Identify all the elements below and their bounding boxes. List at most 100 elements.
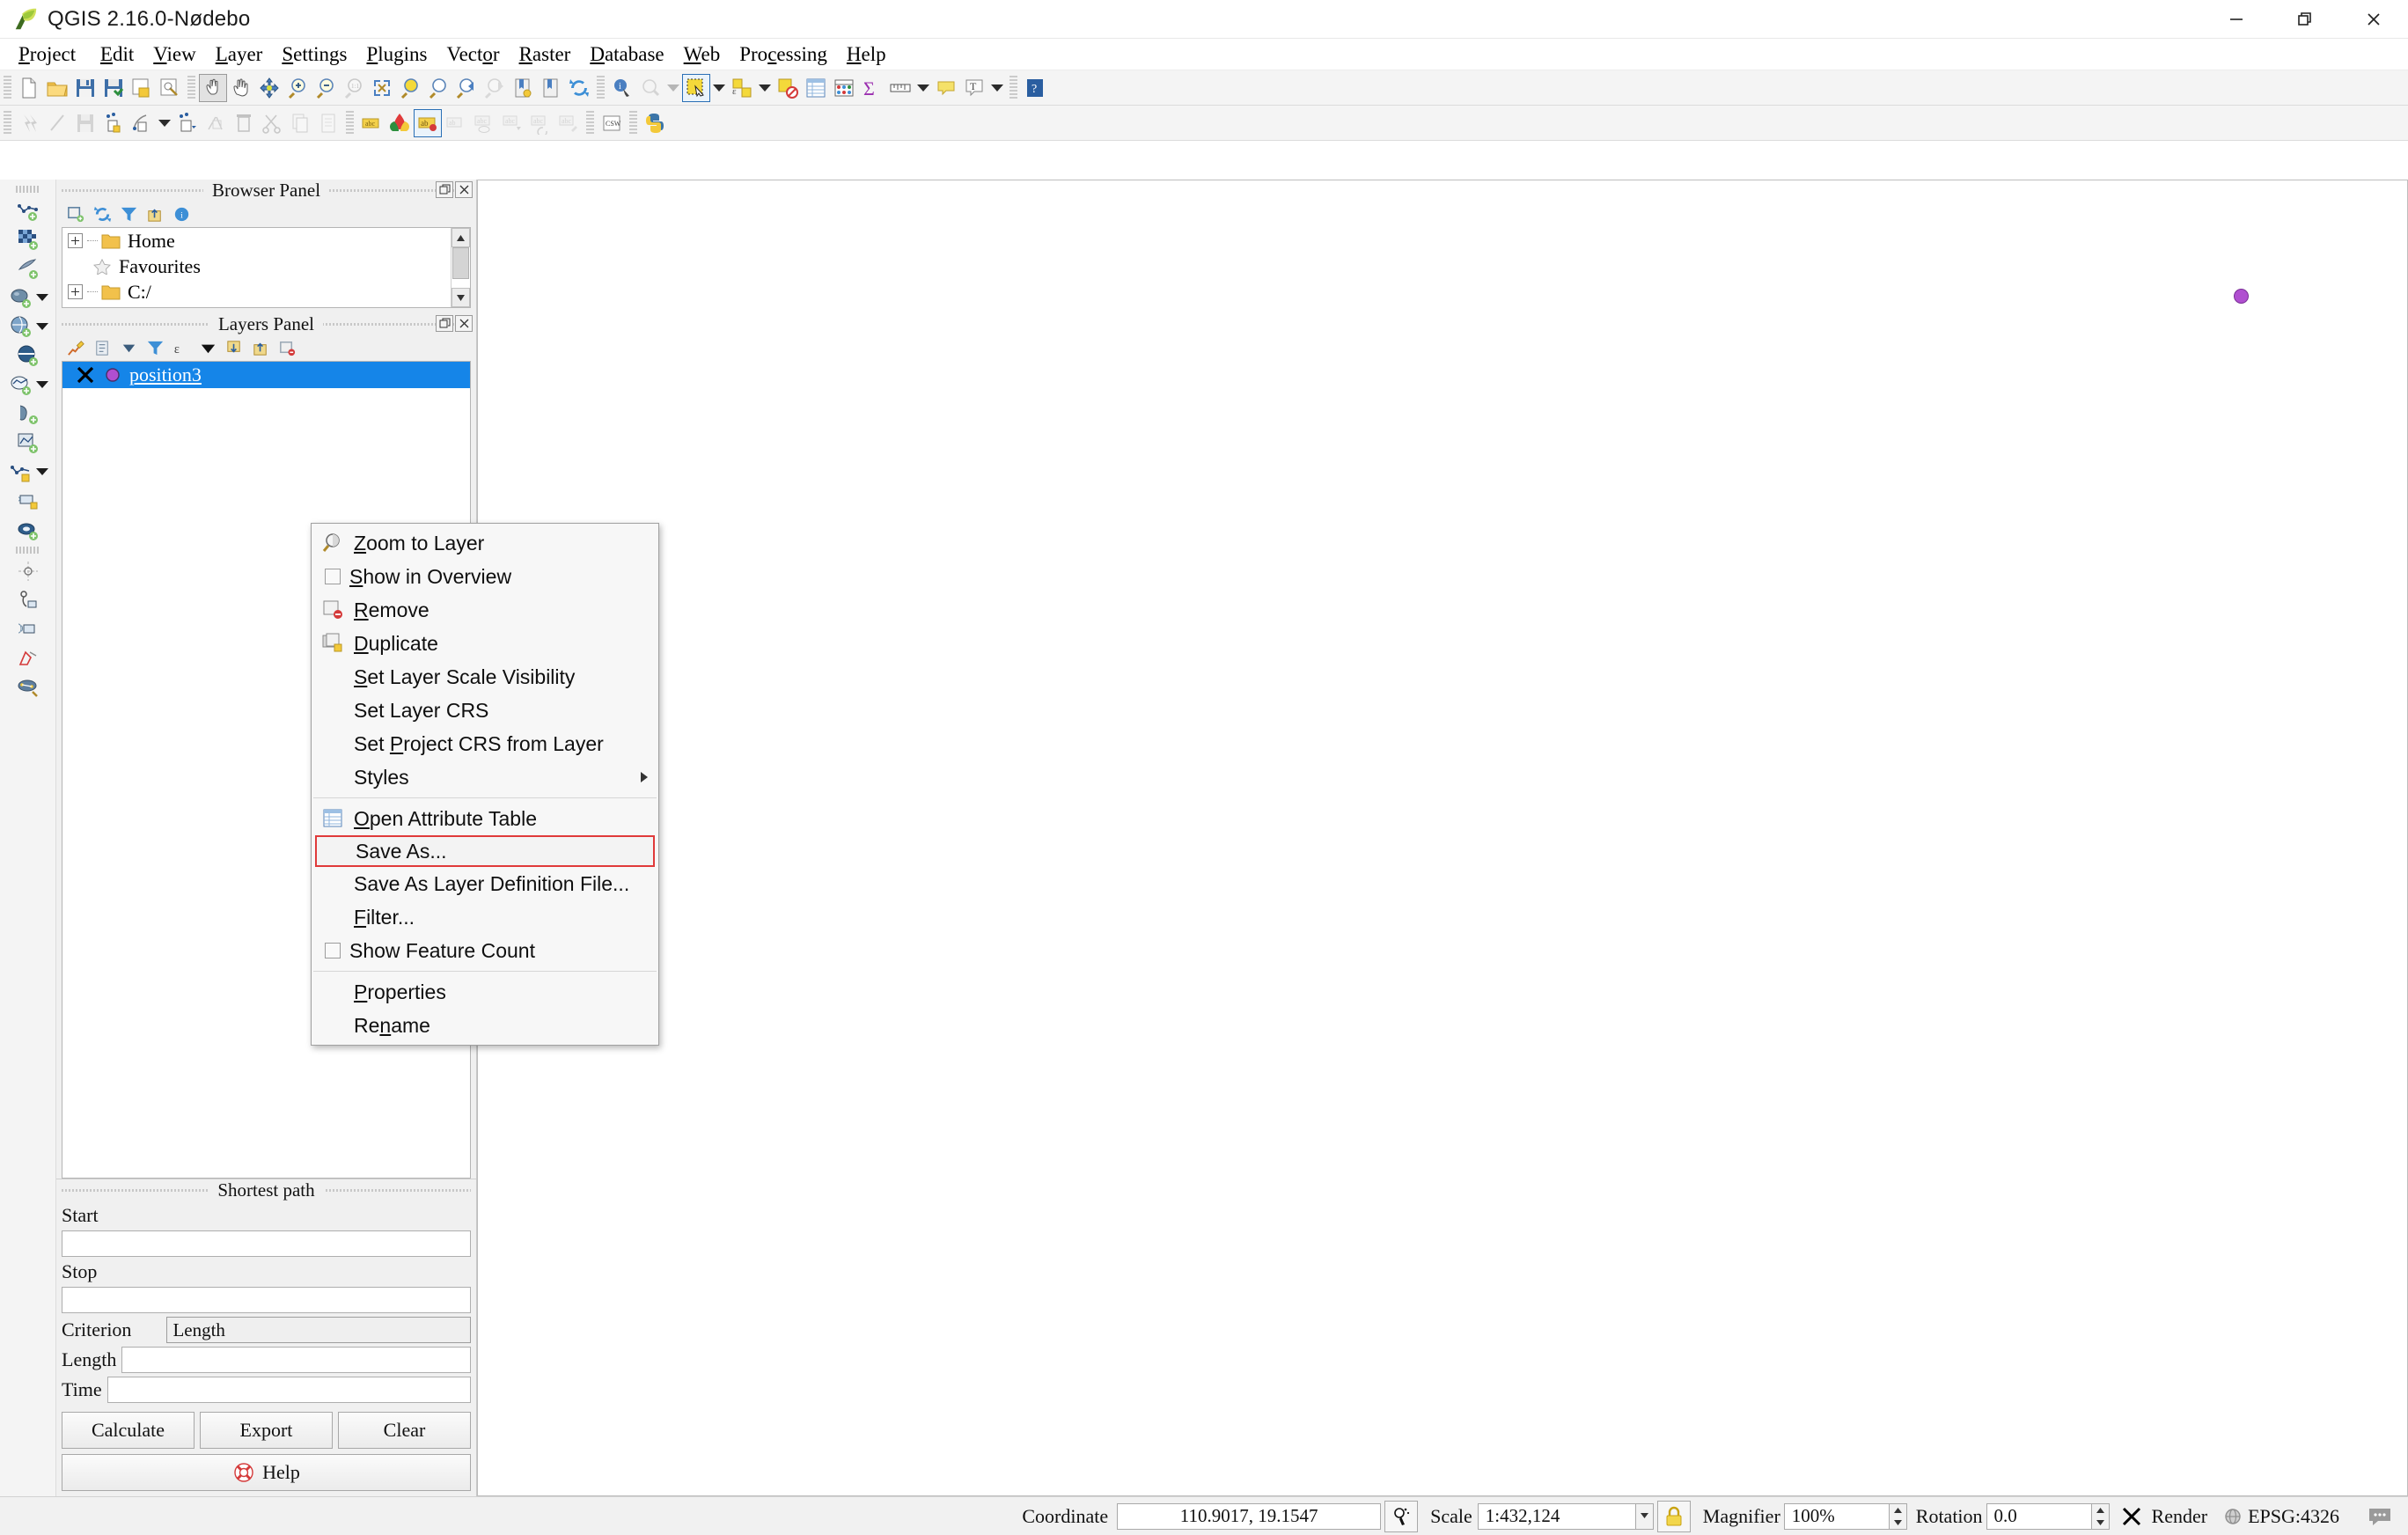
- browser-panel-close-button[interactable]: [455, 181, 473, 198]
- refresh-icon[interactable]: [90, 202, 114, 225]
- offline-editing-icon[interactable]: [14, 586, 42, 613]
- context-menu-open-attribute-table[interactable]: Open Attribute Table: [312, 802, 658, 835]
- zoom-to-selection-icon[interactable]: [396, 74, 424, 102]
- new-memory-layer-icon[interactable]: [14, 487, 42, 514]
- pan-map-icon[interactable]: [199, 74, 227, 102]
- layer-context-menu[interactable]: Zoom to Layer Show in Overview Remove Du…: [311, 523, 659, 1046]
- calculate-button[interactable]: Calculate: [62, 1412, 195, 1449]
- road-graph-icon[interactable]: [14, 673, 42, 701]
- filter-legend-icon[interactable]: [143, 336, 167, 359]
- toggle-editing-icon[interactable]: [15, 109, 43, 137]
- browser-item-home[interactable]: Home: [62, 228, 470, 253]
- new-print-composer-icon[interactable]: [128, 74, 156, 102]
- python-console-icon[interactable]: [641, 109, 669, 137]
- layer-item-position3[interactable]: position3: [62, 362, 470, 388]
- collapse-all-icon[interactable]: [143, 202, 167, 225]
- zoom-next-forward-icon[interactable]: [481, 74, 509, 102]
- vertical-toolbar-grip[interactable]: [16, 186, 40, 193]
- pan-hand-icon[interactable]: [227, 74, 255, 102]
- add-vector-layer-icon[interactable]: [14, 196, 42, 224]
- context-menu-set-layer-scale-visibility[interactable]: Set Layer Scale Visibility: [312, 660, 658, 694]
- layers-panel-close-button[interactable]: [455, 315, 473, 332]
- magnifier-value[interactable]: 100%: [1784, 1503, 1890, 1530]
- select-features-icon[interactable]: [682, 74, 710, 102]
- menu-layer[interactable]: Layer: [206, 41, 273, 68]
- expand-c-drive-icon[interactable]: [68, 284, 83, 299]
- menu-project[interactable]: Project: [9, 41, 85, 68]
- add-spatialite-layer-icon[interactable]: [7, 312, 35, 340]
- topology-checker-icon[interactable]: [14, 644, 42, 672]
- toolbar-grip-5[interactable]: [4, 111, 11, 136]
- expand-all-icon[interactable]: [222, 336, 246, 359]
- annotation-dropdown-arrow[interactable]: [988, 74, 1006, 102]
- stop-input[interactable]: [62, 1287, 471, 1313]
- digitize-line-icon[interactable]: [43, 109, 71, 137]
- open-layer-styling-icon[interactable]: [63, 336, 88, 359]
- filter-icon[interactable]: [116, 202, 141, 225]
- add-postgis-layer-icon[interactable]: [7, 283, 35, 311]
- zoom-last-back-icon[interactable]: [452, 74, 481, 102]
- identify-features-icon[interactable]: i: [608, 74, 636, 102]
- toolbar-grip[interactable]: [4, 76, 11, 100]
- field-calculator-icon[interactable]: [830, 74, 858, 102]
- scale-dropdown-arrow[interactable]: [1636, 1503, 1654, 1530]
- toolbar-grip-4[interactable]: [1009, 76, 1017, 100]
- coordinate-field[interactable]: 110.9017, 19.1547: [1117, 1503, 1381, 1530]
- context-menu-show-in-overview[interactable]: Show in Overview: [312, 560, 658, 593]
- toolbar-grip-6[interactable]: [346, 111, 354, 136]
- rotation-increase-button[interactable]: [2092, 1504, 2109, 1517]
- toolbar-grip-8[interactable]: [629, 111, 637, 136]
- menu-edit[interactable]: Edit: [85, 41, 143, 68]
- start-input[interactable]: [62, 1230, 471, 1257]
- layer-visibility-checkbox[interactable]: [75, 364, 96, 386]
- add-wcs-layer-icon[interactable]: [14, 400, 42, 427]
- browser-scrollbar[interactable]: [451, 228, 470, 307]
- deselect-icon[interactable]: [774, 74, 802, 102]
- context-menu-duplicate[interactable]: Duplicate: [312, 627, 658, 660]
- statistics-summary-icon[interactable]: Σ: [858, 74, 886, 102]
- scroll-thumb[interactable]: [452, 247, 469, 279]
- new-project-icon[interactable]: [15, 74, 43, 102]
- clear-button[interactable]: Clear: [338, 1412, 471, 1449]
- spatialite-dropdown-arrow[interactable]: [36, 323, 48, 330]
- browser-item-favourites[interactable]: Favourites: [62, 253, 470, 279]
- menu-settings[interactable]: Settings: [272, 41, 356, 68]
- style-manager-icon[interactable]: [385, 109, 414, 137]
- zoom-out-icon[interactable]: [312, 74, 340, 102]
- magnifier-decrease-button[interactable]: [1890, 1517, 1906, 1529]
- delete-selected-icon[interactable]: [230, 109, 258, 137]
- context-menu-set-project-crs-from-layer[interactable]: Set Project CRS from Layer: [312, 727, 658, 760]
- add-wfs-layer-icon[interactable]: [14, 429, 42, 456]
- minimize-button[interactable]: [2202, 0, 2271, 39]
- toolbar-grip-3[interactable]: [597, 76, 605, 100]
- export-button[interactable]: Export: [200, 1412, 333, 1449]
- help-contents-icon[interactable]: ?: [1021, 74, 1049, 102]
- gps-tools-icon[interactable]: [14, 615, 42, 643]
- feature-point-1[interactable]: [2234, 289, 2249, 304]
- composer-manager-icon[interactable]: [156, 74, 184, 102]
- layers-panel-undock-button[interactable]: [436, 315, 453, 332]
- add-selected-layers-icon[interactable]: [63, 202, 88, 225]
- georeferencer-icon[interactable]: [14, 557, 42, 584]
- add-raster-layer-icon[interactable]: [14, 225, 42, 253]
- select-dropdown-arrow[interactable]: [710, 74, 728, 102]
- measure-line-icon[interactable]: [886, 74, 914, 102]
- measure-dropdown-arrow[interactable]: [664, 74, 682, 102]
- map-canvas[interactable]: [477, 180, 2408, 1496]
- filter-dropdown-icon[interactable]: [195, 336, 220, 359]
- copy-features-icon[interactable]: [286, 109, 314, 137]
- criterion-combobox[interactable]: Length: [166, 1317, 471, 1343]
- toggle-extents-icon[interactable]: [1384, 1501, 1418, 1532]
- show-bookmarks-icon[interactable]: [537, 74, 565, 102]
- context-menu-zoom-to-layer[interactable]: Zoom to Layer: [312, 526, 658, 560]
- select-expression-dropdown-arrow[interactable]: [756, 74, 774, 102]
- menu-help[interactable]: Help: [837, 41, 896, 68]
- rotate-label-icon[interactable]: abc: [526, 109, 554, 137]
- show-hide-labels-icon[interactable]: abc: [470, 109, 498, 137]
- zoom-in-icon[interactable]: [283, 74, 312, 102]
- rotation-decrease-button[interactable]: [2092, 1517, 2109, 1529]
- measure-line-dropdown-arrow[interactable]: [914, 74, 932, 102]
- scroll-down-button[interactable]: [452, 288, 470, 307]
- move-feature-icon[interactable]: [173, 109, 202, 137]
- browser-tree[interactable]: Home Favourites C:/ D:/: [62, 227, 471, 308]
